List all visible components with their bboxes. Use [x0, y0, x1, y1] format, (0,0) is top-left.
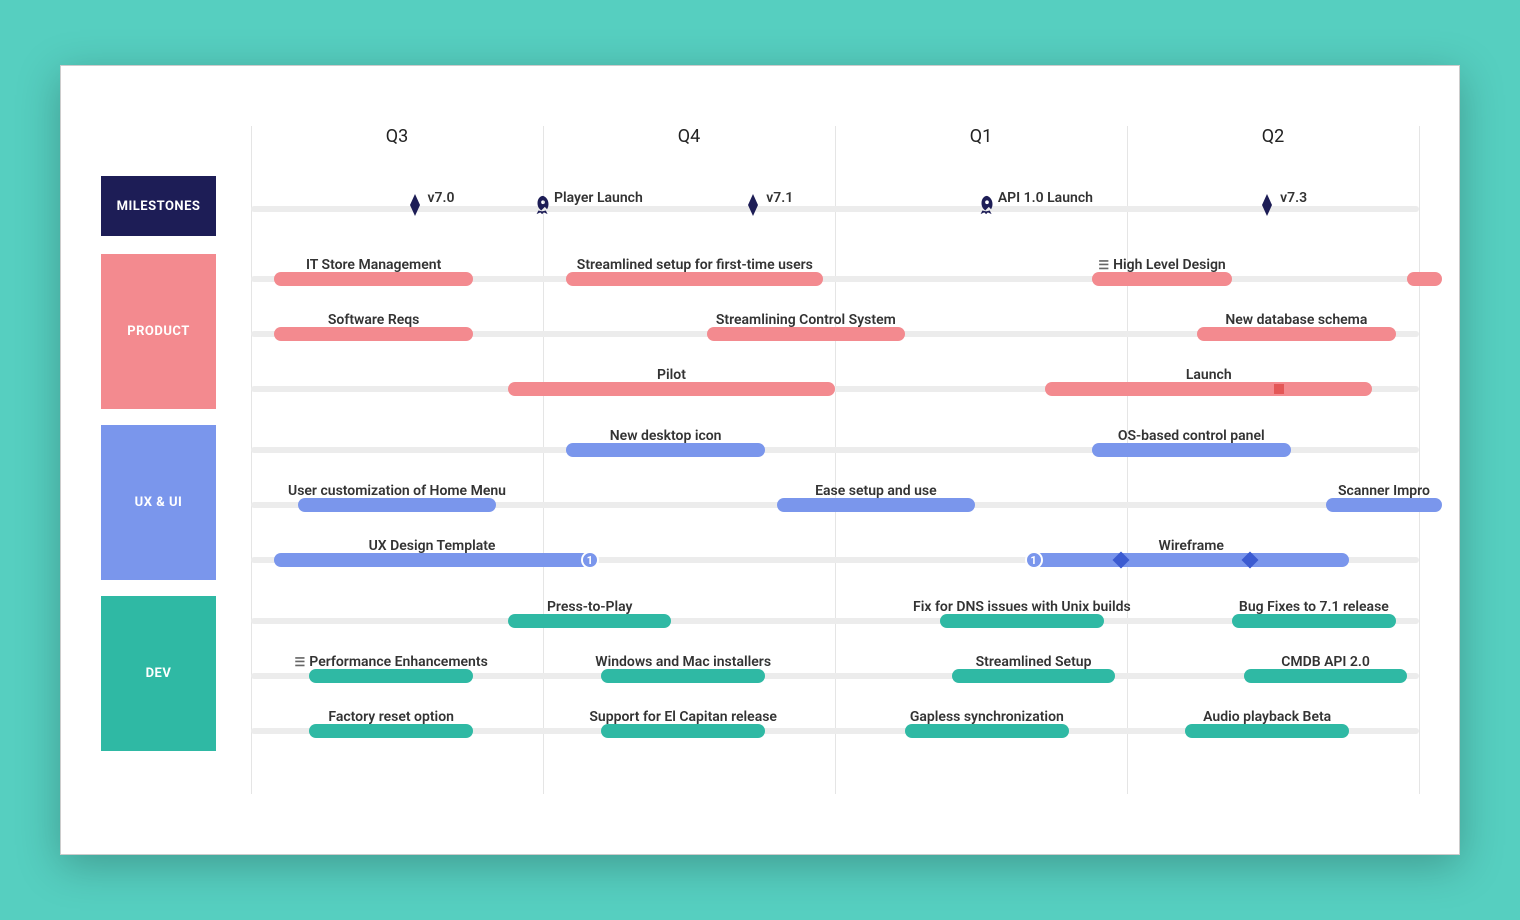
diamond-icon[interactable]: v7.0 [406, 194, 424, 221]
gantt-bar-label: UX Design Template [369, 538, 496, 554]
gantt-bar-label: Bug Fixes to 7.1 release [1239, 599, 1389, 615]
milestone-label: API 1.0 Launch [998, 190, 1093, 206]
gantt-bar-label: User customization of Home Menu [288, 483, 506, 499]
filter-icon: ☰ [1098, 258, 1109, 272]
gantt-bar[interactable] [566, 272, 823, 286]
gantt-bar-label: CMDB API 2.0 [1281, 654, 1370, 670]
gantt-bar-label: Factory reset option [328, 709, 454, 725]
lane-card: DEV [101, 596, 216, 751]
gantt-bar-label: Streamlined setup for first-time users [577, 257, 813, 273]
gantt-bar-label: ☰Performance Enhancements [295, 654, 488, 670]
gantt-bar[interactable] [1244, 669, 1408, 683]
milestone-label: v7.0 [428, 190, 455, 206]
gantt-bar-label: Scanner Impro [1338, 483, 1430, 499]
gantt-bar[interactable] [508, 382, 835, 396]
gantt-bar[interactable] [707, 327, 906, 341]
gantt-bar[interactable] [1045, 382, 1372, 396]
gantt-bar[interactable] [566, 443, 765, 457]
milestone-label: v7.3 [1280, 190, 1307, 206]
gantt-bar[interactable] [309, 669, 473, 683]
quarter-header: Q1 [970, 126, 993, 147]
count-badge: 1 [1025, 551, 1043, 569]
gantt-bar-label: Pilot [657, 367, 686, 383]
gantt-bar[interactable] [905, 724, 1069, 738]
gantt-bar-label: Windows and Mac installers [595, 654, 771, 670]
gantt-bar[interactable] [1197, 327, 1396, 341]
diamond-icon[interactable]: v7.1 [744, 194, 762, 221]
gantt-bar[interactable] [309, 724, 473, 738]
rocket-icon[interactable]: API 1.0 Launch [976, 194, 998, 221]
gantt-bar[interactable] [601, 669, 765, 683]
gantt-bar[interactable] [1185, 724, 1349, 738]
gantt-bar[interactable] [777, 498, 976, 512]
gantt-bar-label: Ease setup and use [815, 483, 936, 499]
gantt-bar-label: IT Store Management [306, 257, 441, 273]
gantt-bar-label: OS-based control panel [1118, 428, 1265, 444]
gantt-bar[interactable] [952, 669, 1116, 683]
column-divider [543, 126, 544, 794]
milestone-label: v7.1 [766, 190, 793, 206]
gantt-bar[interactable] [274, 327, 473, 341]
gantt-bar-label: ☰High Level Design [1098, 257, 1225, 273]
gantt-bar[interactable] [298, 498, 497, 512]
quarter-header: Q2 [1262, 126, 1285, 147]
gantt-bar[interactable] [1034, 553, 1349, 567]
roadmap-frame: Q3 Q4 Q1 Q2 MILESTONES v7.0 Player Launch v7.1 A… [60, 65, 1460, 855]
quarter-header: Q4 [678, 126, 701, 147]
column-divider [1127, 126, 1128, 794]
gantt-bar-label: Streamlined Setup [976, 654, 1092, 670]
milestone-label: Player Launch [554, 190, 643, 206]
gantt-bar-label: New database schema [1225, 312, 1367, 328]
gantt-bar[interactable] [1232, 614, 1396, 628]
row-line [251, 206, 1419, 212]
gantt-bar-label: Press-to-Play [547, 599, 633, 615]
roadmap-canvas: Q3 Q4 Q1 Q2 MILESTONES v7.0 Player Launch v7.1 A… [101, 126, 1419, 794]
rocket-icon[interactable]: Player Launch [532, 194, 554, 221]
lane-card-milestones: MILESTONES [101, 176, 216, 236]
gantt-bar-label: Audio playback Beta [1203, 709, 1331, 725]
lane-card: UX & UI [101, 425, 216, 580]
diamond-icon[interactable]: v7.3 [1258, 194, 1276, 221]
gantt-bar-label: New desktop icon [610, 428, 722, 444]
gantt-bar-label: Wireframe [1159, 538, 1224, 554]
count-badge: 1 [581, 551, 599, 569]
column-divider [1419, 126, 1420, 794]
gantt-bar[interactable] [1407, 272, 1442, 286]
gantt-bar[interactable] [601, 724, 765, 738]
gantt-bar-label: Streamlining Control System [716, 312, 896, 328]
column-divider [835, 126, 836, 794]
gantt-bar-label: Support for El Capitan release [589, 709, 777, 725]
gantt-bar[interactable] [1092, 443, 1291, 457]
gantt-bar[interactable] [1092, 272, 1232, 286]
gantt-bar[interactable] [508, 614, 672, 628]
gantt-bar-label: Launch [1186, 367, 1232, 383]
lane-card: PRODUCT [101, 254, 216, 409]
column-divider [251, 126, 252, 794]
gantt-bar[interactable] [940, 614, 1104, 628]
gantt-bar-label: Fix for DNS issues with Unix builds [913, 599, 1131, 615]
square-marker [1274, 384, 1284, 394]
gantt-bar-label: Software Reqs [328, 312, 419, 328]
gantt-bar-label: Gapless synchronization [910, 709, 1064, 725]
gantt-bar[interactable] [274, 553, 589, 567]
filter-icon: ☰ [295, 655, 306, 669]
gantt-bar[interactable] [1326, 498, 1443, 512]
gantt-bar[interactable] [274, 272, 473, 286]
quarter-header: Q3 [386, 126, 409, 147]
